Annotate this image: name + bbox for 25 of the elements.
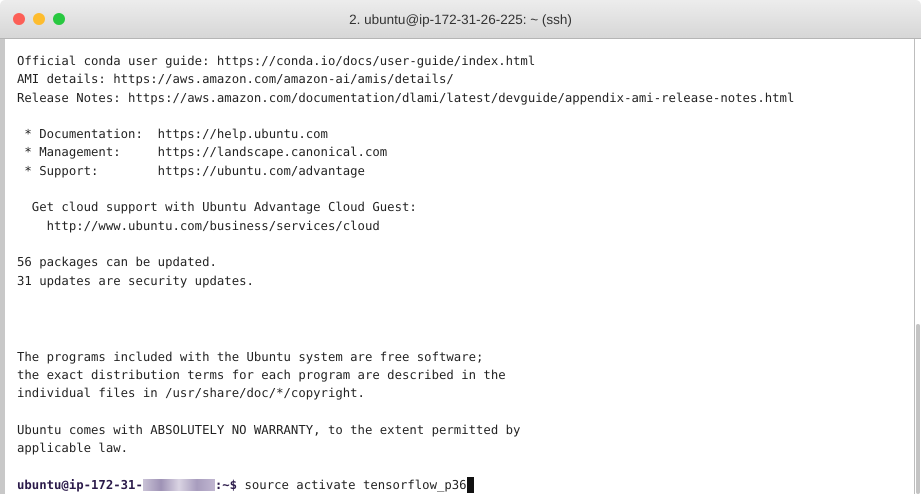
terminal-output-line: 56 packages can be updated.: [17, 254, 218, 272]
terminal-output-line: * Support: https://ubuntu.com/advantage: [23, 162, 366, 180]
text-cursor: [466, 476, 474, 493]
terminal-output-line: Get cloud support with Ubuntu Advantage Cloud Guest:: [30, 199, 418, 216]
terminal-output-line: 31 updates are security updates.: [17, 272, 255, 290]
terminal-output-line: AMI details: https://aws.amazon.com/amazon-ai/amis/details/: [17, 71, 455, 88]
prompt-symbol: :~$: [214, 476, 238, 494]
terminal-output-line: the exact distribution terms for each program are described in the: [17, 366, 507, 384]
scrollbar[interactable]: [914, 39, 921, 494]
close-button[interactable]: [13, 13, 25, 25]
scrollbar-thumb[interactable]: [916, 324, 920, 494]
terminal-output-line: * Management: https://landscape.canonical.com: [23, 144, 388, 162]
terminal-output-line: applicable law.: [17, 440, 130, 458]
terminal-output-line: Official conda user guide: https://conda.io/docs/user-guide/index.html: [17, 53, 536, 70]
terminal-output-line: individual files in /usr/share/doc/*/copyright.: [17, 385, 366, 402]
terminal-output-line: * Documentation: https://help.ubuntu.com: [23, 126, 329, 144]
minimize-button[interactable]: [33, 13, 45, 25]
window-title: 2. ubuntu@ip-172-31-26-225: ~ (ssh): [349, 12, 572, 26]
terminal-output-line: http://www.ubuntu.com/business/services/cloud: [46, 218, 381, 235]
prompt-host: ubuntu@ip-172-31-: [17, 476, 143, 494]
maximize-button[interactable]: [53, 13, 65, 25]
terminal-output-line: Release Notes: https://aws.amazon.com/documentation/dlami/latest/devguide/appendix-ami-release-notes.html: [17, 90, 796, 107]
terminal-output-line: The programs included with the Ubuntu system are free software;: [17, 348, 484, 366]
terminal-output-line: Ubuntu comes with ABSOLUTELY NO WARRANTY, to the extent permitted by: [17, 422, 522, 439]
command-text: source activate tensorflow_p36: [244, 476, 467, 494]
